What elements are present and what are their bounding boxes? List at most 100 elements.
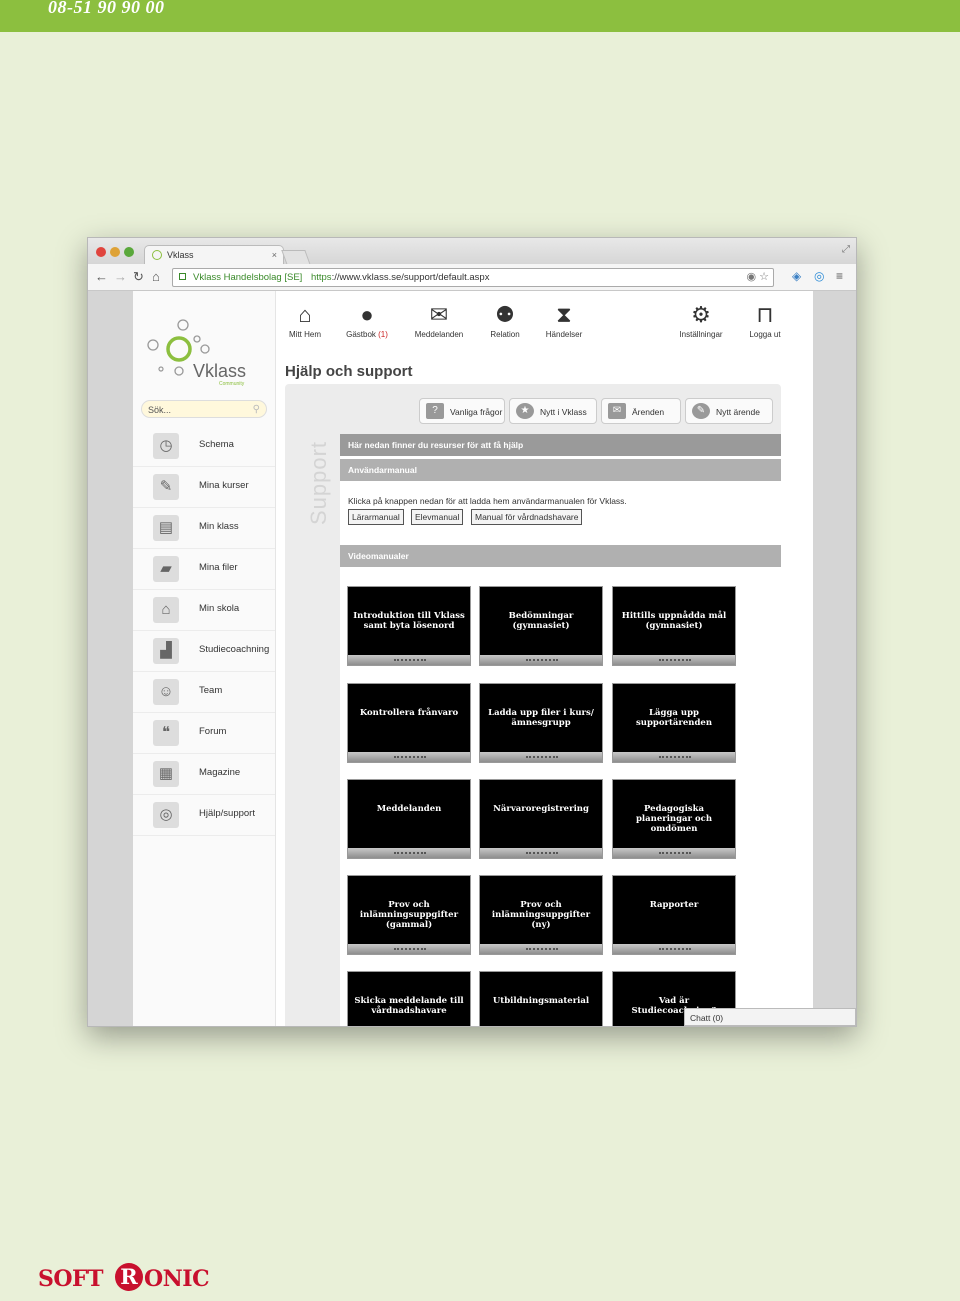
- nav-logga-ut[interactable]: ⊓ Logga ut: [735, 302, 795, 340]
- back-arrow-icon[interactable]: ←: [95, 269, 108, 284]
- translate-extension-icon[interactable]: ◈: [792, 269, 801, 283]
- chat-panel[interactable]: Chatt (0): [684, 1008, 856, 1026]
- nav-installningar[interactable]: ⚙ Inställningar: [671, 303, 731, 340]
- home-icon[interactable]: ⌂: [152, 269, 160, 284]
- zoom-window-button[interactable]: [124, 247, 134, 257]
- video-controls[interactable]: [348, 752, 470, 762]
- sidebar-item-team[interactable]: ☺ Team: [133, 672, 275, 713]
- video-tile[interactable]: Pedagogiska planeringar och omdömen: [612, 779, 736, 859]
- sidebar-item-magazine[interactable]: ▦ Magazine: [133, 754, 275, 795]
- sidebar-item-mina-filer[interactable]: ▰ Mina filer: [133, 549, 275, 590]
- cases-label: Ärenden: [632, 407, 665, 417]
- guardian-manual-button[interactable]: Manual för vårdnadshavare: [471, 509, 583, 525]
- minimize-window-button[interactable]: [110, 247, 120, 257]
- video-tile[interactable]: Prov och inlämningsuppgifter (ny): [479, 875, 603, 955]
- reload-icon[interactable]: ↻: [133, 269, 144, 285]
- home-icon: ⌂: [298, 302, 312, 327]
- url-field[interactable]: Vklass Handelsbolag [SE] https://www.vkl…: [172, 268, 774, 287]
- video-controls[interactable]: [348, 655, 470, 665]
- video-tile[interactable]: Prov och inlämningsuppgifter (gammal): [347, 875, 471, 955]
- video-controls[interactable]: [348, 848, 470, 858]
- nav-label: Relation: [490, 330, 520, 339]
- video-tile[interactable]: Rapporter: [612, 875, 736, 955]
- video-tile[interactable]: Bedömningar (gymnasiet): [479, 586, 603, 666]
- new-tab-button[interactable]: [281, 250, 311, 265]
- unlock-icon: ⊓: [756, 302, 774, 327]
- new-case-button[interactable]: ✎ Nytt ärende: [685, 398, 773, 424]
- manual-instructions: Klicka på knappen nedan för att ladda he…: [348, 496, 627, 506]
- nav-mitt-hem[interactable]: ⌂ Mitt Hem: [275, 302, 335, 340]
- tab-strip: Vklass × ⤢: [88, 238, 856, 265]
- sidebar-item-label: Min klass: [199, 521, 239, 532]
- lifebuoy-icon: ◎: [153, 802, 179, 828]
- video-controls[interactable]: [480, 752, 602, 762]
- speech-bubble-icon: ❝: [153, 720, 179, 746]
- close-window-button[interactable]: [96, 247, 106, 257]
- page-viewport: Vklass Community Sök... ⚲ ◷ Schema ✎ Min…: [88, 291, 856, 1026]
- search-input[interactable]: Sök... ⚲: [141, 400, 267, 418]
- id-card-icon: ▤: [153, 515, 179, 541]
- tab-vklass[interactable]: Vklass ×: [144, 245, 284, 264]
- student-manual-button[interactable]: Elevmanual: [411, 509, 464, 525]
- cases-button[interactable]: ✉ Ärenden: [601, 398, 681, 424]
- video-controls[interactable]: [613, 655, 735, 665]
- video-tile[interactable]: Lägga upp supportärenden: [612, 683, 736, 763]
- news-button[interactable]: ★ Nytt i Vklass: [509, 398, 597, 424]
- security-label: Vklass Handelsbolag [SE]: [193, 272, 303, 283]
- brand-r-badge: R: [115, 1263, 143, 1291]
- video-tile[interactable]: Meddelanden: [347, 779, 471, 859]
- sidebar-item-min-klass[interactable]: ▤ Min klass: [133, 508, 275, 549]
- news-label: Nytt i Vklass: [540, 407, 587, 417]
- tab-close-icon[interactable]: ×: [272, 246, 277, 264]
- video-tile[interactable]: Hittills uppnådda mål (gymnasiet): [612, 586, 736, 666]
- video-tile[interactable]: Utbildningsmaterial: [479, 971, 603, 1026]
- video-tile[interactable]: Kontrollera frånvaro: [347, 683, 471, 763]
- sidebar-item-min-skola[interactable]: ⌂ Min skola: [133, 590, 275, 631]
- search-icon[interactable]: ⚲: [253, 401, 260, 419]
- faq-button[interactable]: ? Vanliga frågor: [419, 398, 505, 424]
- video-title: Pedagogiska planeringar och omdömen: [635, 804, 713, 834]
- nav-label: Mitt Hem: [289, 330, 321, 339]
- sidebar-item-mina-kurser[interactable]: ✎ Mina kurser: [133, 467, 275, 508]
- forward-arrow-icon[interactable]: →: [114, 269, 127, 284]
- video-controls[interactable]: [480, 848, 602, 858]
- fullscreen-icon[interactable]: ⤢: [842, 244, 850, 255]
- nav-handelser[interactable]: ⧗ Händelser: [534, 303, 594, 340]
- video-controls[interactable]: [613, 848, 735, 858]
- address-bar: ← → ↻ ⌂ Vklass Handelsbolag [SE] https:/…: [88, 264, 856, 291]
- teacher-manual-button[interactable]: Lärarmanual: [348, 509, 404, 525]
- sidebar-item-forum[interactable]: ❝ Forum: [133, 713, 275, 754]
- video-controls[interactable]: [613, 944, 735, 954]
- school-icon: ⌂: [153, 597, 179, 623]
- video-tile[interactable]: Introduktion till Vklass samt byta lösen…: [347, 586, 471, 666]
- nav-label: Logga ut: [749, 330, 781, 339]
- video-tile[interactable]: Ladda upp filer i kurs/ämnesgrupp: [479, 683, 603, 763]
- video-controls[interactable]: [480, 944, 602, 954]
- nav-gastbok[interactable]: ● Gästbok (1): [337, 302, 397, 340]
- folder-icon: ▰: [153, 556, 179, 582]
- sidebar-item-studiecoachning[interactable]: ▟ Studiecoachning: [133, 631, 275, 672]
- search-placeholder: Sök...: [148, 405, 172, 415]
- lightbulb-icon[interactable]: ◉: [746, 271, 756, 283]
- video-bar: Videomanualer: [340, 545, 781, 567]
- manual-bar: Användarmanual: [340, 459, 781, 481]
- video-title: Närvaroregistrering: [493, 804, 589, 814]
- globe-extension-icon[interactable]: ◎: [814, 269, 824, 283]
- sidebar-item-hjalp-support[interactable]: ◎ Hjälp/support: [133, 795, 275, 836]
- nav-label: Meddelanden: [414, 330, 464, 339]
- video-tile[interactable]: Skicka meddelande till vårdnadshavare: [347, 971, 471, 1026]
- video-controls[interactable]: [348, 944, 470, 954]
- video-controls[interactable]: [613, 752, 735, 762]
- nav-meddelanden[interactable]: ✉ Meddelanden: [409, 303, 469, 340]
- video-tile[interactable]: Närvaroregistrering: [479, 779, 603, 859]
- sidebar-item-label: Hjälp/support: [199, 808, 255, 819]
- nav-relation[interactable]: ⚉ Relation: [475, 303, 535, 340]
- speech-bubble-icon: ●: [360, 302, 374, 327]
- video-title: Meddelanden: [376, 804, 442, 814]
- page-title: Hjälp och support: [285, 363, 413, 380]
- bookmark-star-icon[interactable]: ☆: [759, 271, 769, 283]
- video-controls[interactable]: [480, 655, 602, 665]
- menu-icon[interactable]: ≡: [836, 269, 843, 283]
- sidebar-item-schema[interactable]: ◷ Schema: [133, 426, 275, 467]
- phone-number: 08-51 90 90 00: [48, 0, 165, 17]
